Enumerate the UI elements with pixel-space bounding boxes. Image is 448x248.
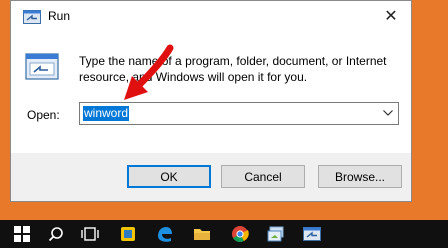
open-input[interactable]: winword: [83, 106, 130, 121]
title-bar[interactable]: Run ✕: [11, 1, 411, 31]
chrome-icon[interactable]: [230, 224, 250, 244]
chevron-down-icon[interactable]: [383, 110, 393, 116]
yellow-app-icon[interactable]: [118, 224, 138, 244]
run-dialog: Run ✕ Type the name of a program, folder…: [10, 0, 412, 202]
window-title: Run: [48, 9, 71, 23]
edge-icon[interactable]: [154, 224, 174, 244]
windows-start-icon[interactable]: [12, 224, 32, 244]
search-icon[interactable]: [46, 224, 66, 244]
run-icon: [23, 10, 41, 24]
open-label: Open:: [27, 108, 60, 122]
run-taskbar-icon[interactable]: [302, 224, 322, 244]
cancel-button[interactable]: Cancel: [221, 165, 305, 188]
open-combobox[interactable]: winword: [79, 102, 399, 125]
ok-button[interactable]: OK: [127, 165, 211, 188]
annotation-arrow: [124, 44, 174, 100]
browse-button[interactable]: Browse...: [318, 165, 402, 188]
app-window-icon[interactable]: [266, 224, 286, 244]
close-button[interactable]: ✕: [371, 1, 411, 31]
close-icon: ✕: [384, 8, 398, 25]
file-explorer-icon[interactable]: [192, 224, 212, 244]
task-view-icon[interactable]: [80, 224, 100, 244]
taskbar: [0, 220, 448, 248]
run-dialog-icon: [25, 53, 59, 80]
